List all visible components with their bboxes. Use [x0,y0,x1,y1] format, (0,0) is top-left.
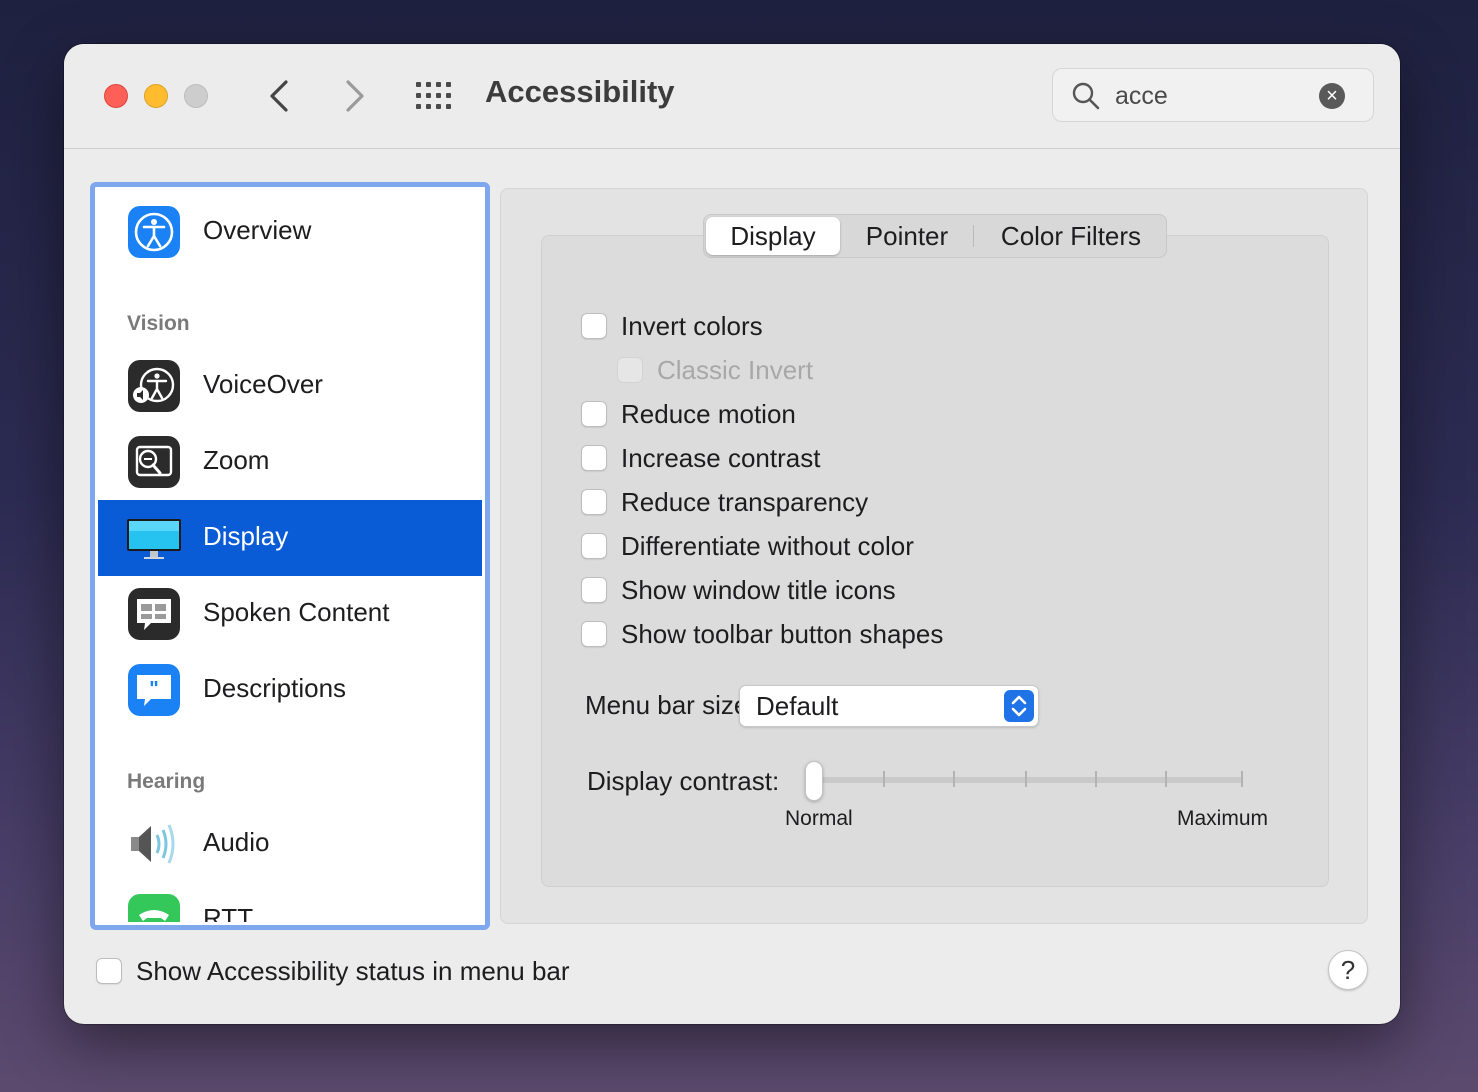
sidebar-item-display[interactable]: Display [98,500,482,576]
sidebar-item-audio[interactable]: Audio [98,806,482,882]
display-contrast-slider-thumb[interactable] [805,761,823,801]
help-button[interactable]: ? [1328,950,1368,990]
option-label: Invert colors [621,311,763,341]
descriptions-icon: " [128,664,180,716]
sidebar-item-label: VoiceOver [203,369,323,399]
sidebar-item-label: Zoom [203,445,270,475]
accessibility-icon [128,206,180,258]
sidebar-item-descriptions[interactable]: " Descriptions [98,652,482,728]
increase-contrast-checkbox[interactable] [581,445,607,471]
clear-icon[interactable]: × [1319,83,1345,109]
title-bar: Accessibility × [64,44,1400,149]
show-toolbar-button-shapes-checkbox[interactable] [581,621,607,647]
svg-text:": " [149,678,158,700]
sidebar-item-overview[interactable]: Overview [98,194,482,270]
option-label: Reduce motion [621,399,796,429]
menu-bar-size-select[interactable]: Default [739,685,1039,727]
display-icon [127,519,181,559]
invert-colors-checkbox[interactable] [581,313,607,339]
reduce-motion-checkbox[interactable] [581,401,607,427]
settings-panel: Display Pointer Color Filters Invert col… [500,188,1368,924]
slider-tick [883,771,885,787]
voiceover-icon [128,360,180,412]
sidebar-item-label: Audio [203,827,270,857]
sidebar-item-label: Descriptions [203,673,347,703]
display-contrast-label: Display contrast: [587,766,780,796]
window-title: Accessibility [485,74,675,109]
tab-color-filters[interactable]: Color Filters [976,215,1166,257]
slider-min-label: Normal [785,807,853,830]
back-button[interactable] [262,78,298,114]
sidebar-item-label: RTT [203,903,254,922]
sidebar-list[interactable]: Overview Vision VoiceOver Zoom Display S… [98,190,482,922]
slider-tick [1241,771,1243,787]
chevron-right-icon [346,80,364,112]
menu-bar-size-label: Menu bar size: [585,690,756,720]
option-label: Show window title icons [621,575,896,605]
option-label: Differentiate without color [621,531,914,561]
option-label: Reduce transparency [621,487,869,517]
slider-tick [1095,771,1097,787]
option-label: Show Accessibility status in menu bar [136,956,570,986]
minimize-window-button[interactable] [144,84,168,108]
forward-button[interactable] [336,78,372,114]
close-window-button[interactable] [104,84,128,108]
search-field[interactable]: × [1052,68,1374,122]
slider-tick [953,771,955,787]
option-label: Show toolbar button shapes [621,619,944,649]
display-contrast-track[interactable] [811,777,1243,783]
sidebar-heading-hearing: Hearing [127,770,206,793]
option-label: Increase contrast [621,443,821,473]
updown-arrows-icon [1004,690,1034,722]
slider-tick [1165,771,1167,787]
sidebar-item-label: Spoken Content [203,597,390,627]
chevron-left-icon [270,80,288,112]
slider-max-label: Maximum [1177,807,1269,830]
reduce-transparency-checkbox[interactable] [581,489,607,515]
classic-invert-checkbox [617,357,643,383]
tab-display[interactable]: Display [706,217,840,255]
spoken-content-icon [128,588,180,640]
zoom-icon [128,436,180,488]
search-icon [1072,82,1100,110]
search-input[interactable] [1113,77,1317,115]
show-status-checkbox[interactable] [96,958,122,984]
sidebar-item-label: Overview [203,215,312,245]
slider-tick [1025,771,1027,787]
menu-bar-size-value: Default [756,691,839,721]
sidebar-item-label: Display [203,521,289,551]
preferences-window: Accessibility × Overview Vision [64,44,1400,1024]
sidebar-item-spoken-content[interactable]: Spoken Content [98,576,482,652]
tab-bar: Display Pointer Color Filters [703,214,1167,258]
sidebar: Overview Vision VoiceOver Zoom Display S… [90,182,490,930]
differentiate-without-color-checkbox[interactable] [581,533,607,559]
show-all-button[interactable] [416,82,456,112]
show-window-title-icons-checkbox[interactable] [581,577,607,603]
sidebar-heading-vision: Vision [127,312,190,335]
sidebar-item-rtt[interactable]: RTT [98,882,482,922]
grid-icon [416,82,451,109]
rtt-icon [128,894,180,922]
sidebar-item-zoom[interactable]: Zoom [98,424,482,500]
tab-pointer[interactable]: Pointer [842,215,972,257]
tab-separator [973,225,974,247]
speaker-icon [131,824,175,864]
option-label: Classic Invert [657,355,814,385]
sidebar-item-voiceover[interactable]: VoiceOver [98,348,482,424]
zoom-window-button[interactable] [184,84,208,108]
